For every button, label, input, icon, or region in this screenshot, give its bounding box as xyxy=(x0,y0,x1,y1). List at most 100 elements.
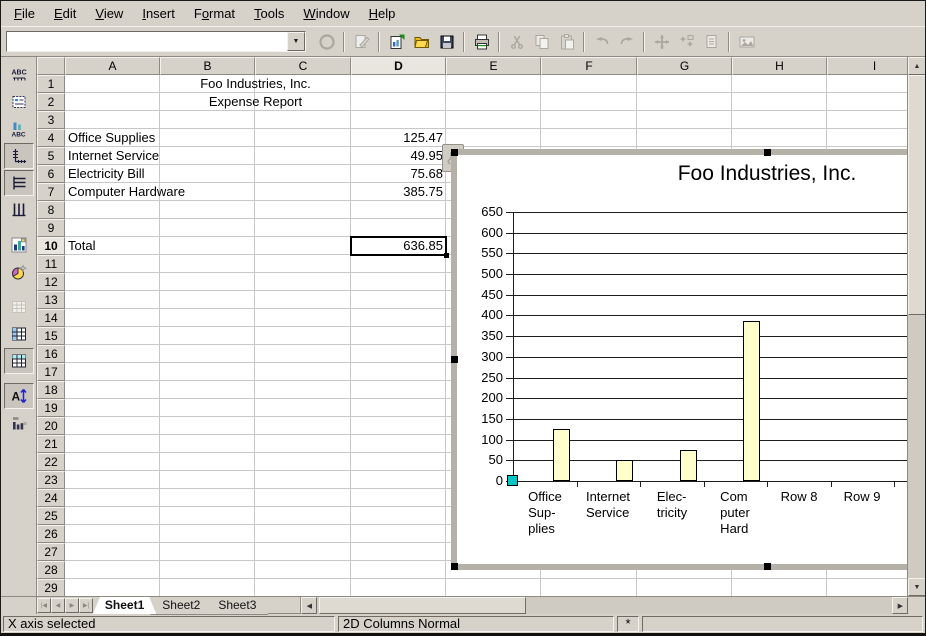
cell-A10[interactable]: Total xyxy=(65,237,160,255)
hscroll-thumb[interactable] xyxy=(319,597,526,614)
row-header-3[interactable]: 3 xyxy=(37,111,65,129)
save-button[interactable] xyxy=(434,30,459,54)
chart-selection-handle[interactable] xyxy=(451,149,458,156)
row-header-10[interactable]: 10 xyxy=(37,237,65,255)
scale-text-button[interactable]: A xyxy=(4,383,34,409)
chart-selection-handle[interactable] xyxy=(764,149,771,156)
chart-autoformat-button[interactable] xyxy=(4,259,34,285)
row-header-14[interactable]: 14 xyxy=(37,309,65,327)
chart-selection-handle[interactable] xyxy=(451,563,458,570)
y-axis[interactable] xyxy=(513,212,514,482)
cell-D6[interactable]: 75.68 xyxy=(351,165,446,183)
menu-edit[interactable]: Edit xyxy=(45,3,86,24)
column-header-I[interactable]: I xyxy=(827,57,907,75)
cell-D5[interactable]: 49.95 xyxy=(351,147,446,165)
chart-selection-handle[interactable] xyxy=(764,563,771,570)
row-header-24[interactable]: 24 xyxy=(37,489,65,507)
axis-descriptions-toggle-button[interactable] xyxy=(4,143,34,169)
row-header-25[interactable]: 25 xyxy=(37,507,65,525)
reorganize-chart-button[interactable] xyxy=(4,410,34,436)
chart-title-toggle-button[interactable]: ABC xyxy=(4,62,34,88)
vscroll-thumb[interactable] xyxy=(908,75,926,315)
row-header-21[interactable]: 21 xyxy=(37,435,65,453)
menu-tools[interactable]: Tools xyxy=(245,3,294,24)
vertical-scrollbar[interactable]: ▲▼ xyxy=(907,57,925,596)
load-url-combobox[interactable]: ▼ xyxy=(6,31,306,52)
combobox-dropdown-icon[interactable]: ▼ xyxy=(287,32,305,51)
row-header-28[interactable]: 28 xyxy=(37,561,65,579)
fill-handle[interactable] xyxy=(444,253,449,258)
cell-A7[interactable]: Computer Hardware xyxy=(65,183,160,201)
tab-nav-first[interactable]: |◀ xyxy=(37,598,51,613)
row-header-13[interactable]: 13 xyxy=(37,291,65,309)
row-header-4[interactable]: 4 xyxy=(37,129,65,147)
horizontal-scrollbar[interactable]: ◀▶ xyxy=(300,597,907,614)
chart-selection-handle[interactable] xyxy=(451,356,458,363)
chart-bar-2[interactable] xyxy=(616,460,633,481)
scroll-left-icon[interactable]: ◀ xyxy=(301,597,317,614)
column-header-A[interactable]: A xyxy=(65,57,160,75)
tab-nav-prev[interactable]: ◀ xyxy=(51,598,65,613)
chart-bar-3[interactable] xyxy=(680,450,697,481)
sheet-tab-sheet3[interactable]: Sheet3 xyxy=(206,597,268,615)
menu-insert[interactable]: Insert xyxy=(133,3,185,24)
row-header-16[interactable]: 16 xyxy=(37,345,65,363)
sheet-tab-sheet1[interactable]: Sheet1 xyxy=(93,597,156,614)
column-header-C[interactable]: C xyxy=(255,57,351,75)
chart-bar-1[interactable] xyxy=(553,429,570,481)
row-header-11[interactable]: 11 xyxy=(37,255,65,273)
row-header-18[interactable]: 18 xyxy=(37,381,65,399)
data-in-rows-button[interactable] xyxy=(4,321,34,347)
chart-title[interactable]: Foo Industries, Inc. xyxy=(457,162,907,186)
row-header-19[interactable]: 19 xyxy=(37,399,65,417)
column-header-F[interactable]: F xyxy=(541,57,637,75)
new-document-button[interactable] xyxy=(384,30,409,54)
scroll-up-icon[interactable]: ▲ xyxy=(908,57,926,75)
vertical-grid-toggle-button[interactable] xyxy=(4,197,34,223)
cell-A6[interactable]: Electricity Bill xyxy=(65,165,160,183)
row-header-22[interactable]: 22 xyxy=(37,453,65,471)
tab-nav-last[interactable]: ▶| xyxy=(79,598,93,613)
selected-cell-border[interactable] xyxy=(350,236,447,256)
cell-B1[interactable]: Foo Industries, Inc. xyxy=(160,75,351,93)
menu-help[interactable]: Help xyxy=(360,3,406,24)
cell-A4[interactable]: Office Supplies xyxy=(65,129,160,147)
row-header-23[interactable]: 23 xyxy=(37,471,65,489)
column-header-D[interactable]: D xyxy=(351,57,446,75)
column-header-E[interactable]: E xyxy=(446,57,541,75)
menu-window[interactable]: Window xyxy=(294,3,359,24)
menu-file[interactable]: File xyxy=(5,3,45,24)
legend-toggle-button[interactable] xyxy=(4,89,34,115)
spreadsheet-grid[interactable]: ABCDEFGHI1234567891011121314151617181920… xyxy=(37,57,907,596)
scroll-right-icon[interactable]: ▶ xyxy=(892,597,908,614)
column-header-H[interactable]: H xyxy=(732,57,827,75)
cell-A5[interactable]: Internet Service xyxy=(65,147,160,165)
column-header-B[interactable]: B xyxy=(160,57,255,75)
embedded-chart[interactable]: Foo Industries, Inc.05010015020025030035… xyxy=(451,149,907,570)
cell-B2[interactable]: Expense Report xyxy=(160,93,351,111)
axes-title-toggle-button[interactable]: ABC xyxy=(4,116,34,142)
sheet-tab-sheet2[interactable]: Sheet2 xyxy=(150,597,212,615)
row-header-29[interactable]: 29 xyxy=(37,579,65,596)
row-header-20[interactable]: 20 xyxy=(37,417,65,435)
chart-bar-4[interactable] xyxy=(743,321,760,481)
row-header-1[interactable]: 1 xyxy=(37,75,65,93)
select-all-corner[interactable] xyxy=(37,57,65,75)
scroll-down-icon[interactable]: ▼ xyxy=(908,578,926,596)
row-header-8[interactable]: 8 xyxy=(37,201,65,219)
chart-type-button[interactable] xyxy=(4,232,34,258)
row-header-17[interactable]: 17 xyxy=(37,363,65,381)
row-header-15[interactable]: 15 xyxy=(37,327,65,345)
row-header-2[interactable]: 2 xyxy=(37,93,65,111)
data-in-columns-button[interactable] xyxy=(4,348,34,374)
row-header-26[interactable]: 26 xyxy=(37,525,65,543)
tab-nav-next[interactable]: ▶ xyxy=(65,598,79,613)
row-header-12[interactable]: 12 xyxy=(37,273,65,291)
cell-D7[interactable]: 385.75 xyxy=(351,183,446,201)
menu-view[interactable]: View xyxy=(86,3,133,24)
row-header-9[interactable]: 9 xyxy=(37,219,65,237)
row-header-6[interactable]: 6 xyxy=(37,165,65,183)
horizontal-grid-toggle-button[interactable] xyxy=(4,170,34,196)
x-axis-selection-handle[interactable] xyxy=(507,475,518,486)
row-header-5[interactable]: 5 xyxy=(37,147,65,165)
